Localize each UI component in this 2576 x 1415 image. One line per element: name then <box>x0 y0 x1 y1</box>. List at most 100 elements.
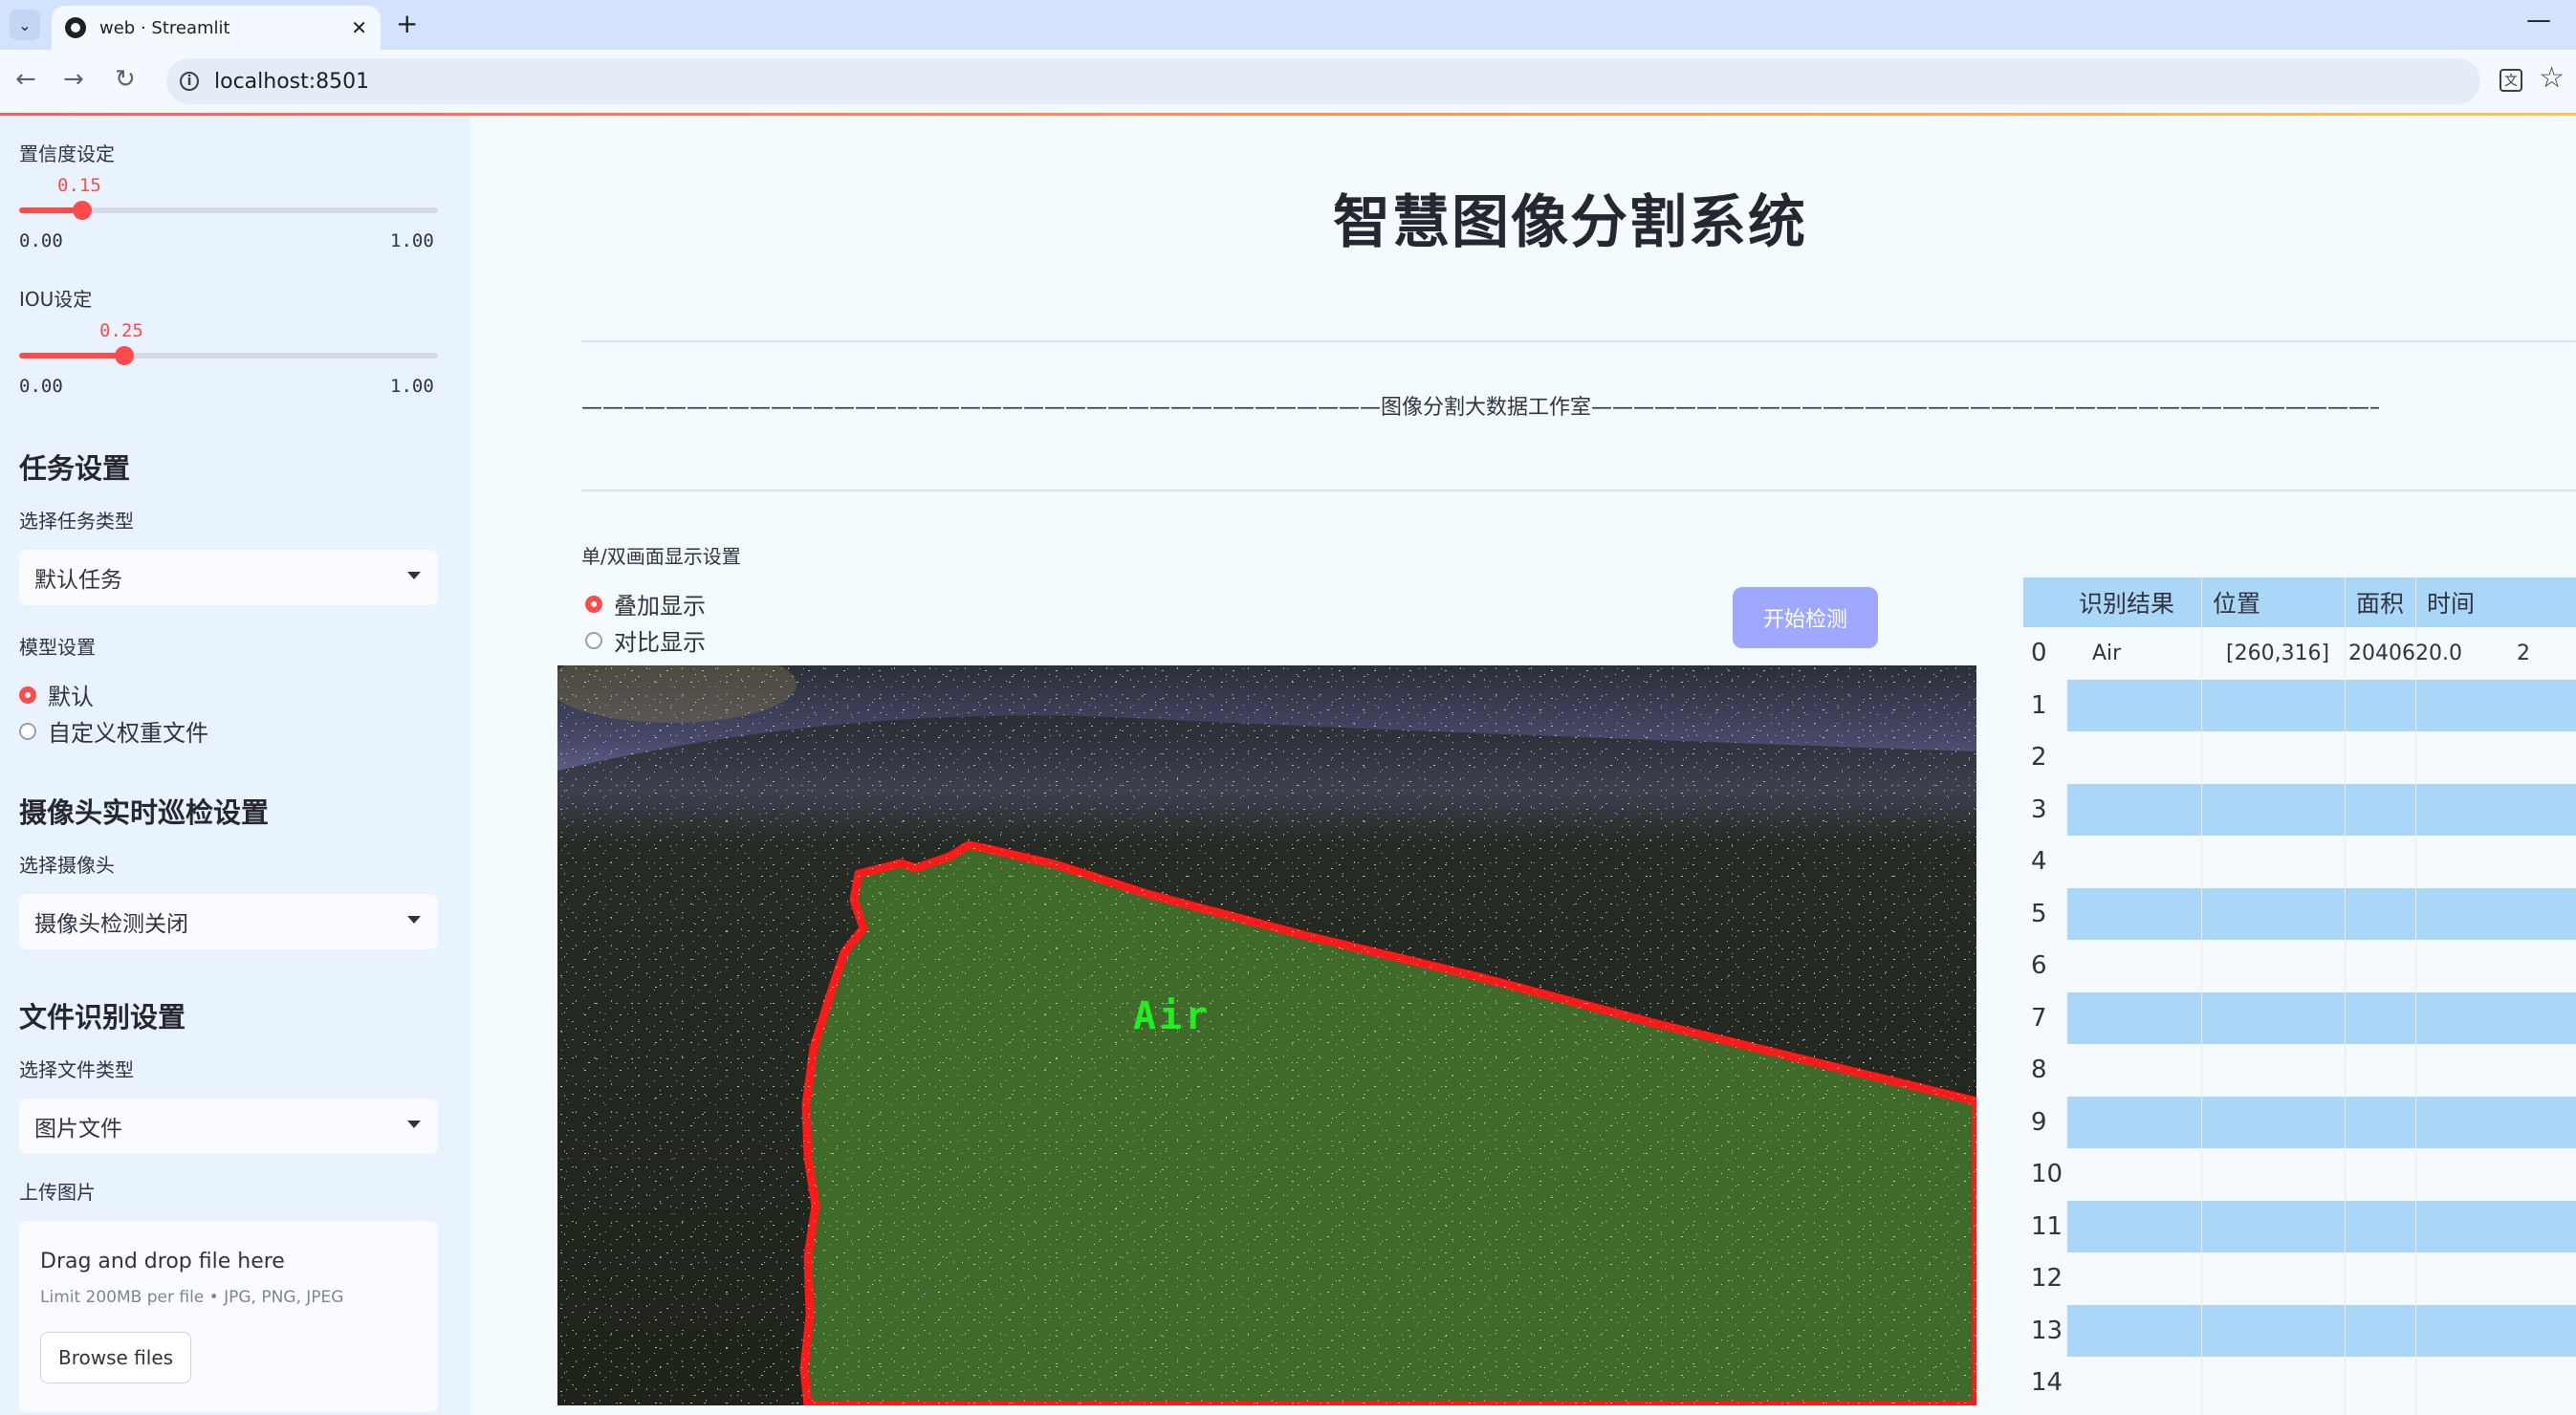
iou-label: IOU设定 <box>19 288 93 311</box>
iou-slider-thumb[interactable] <box>114 346 134 365</box>
snow-noise-overlay <box>557 665 1976 1405</box>
model-option-default[interactable]: 默认 <box>19 678 94 711</box>
site-info-icon[interactable]: i <box>180 72 199 91</box>
radio-selected-icon[interactable] <box>19 686 36 704</box>
task-type-select[interactable]: 默认任务 <box>19 550 438 605</box>
browse-files-button[interactable]: Browse files <box>40 1332 192 1383</box>
row-cells <box>2067 1357 2576 1409</box>
cell-area: 2040620.0 <box>2348 641 2462 665</box>
table-row[interactable]: 0 Air [260,316] 2040620.0 2 <box>2023 627 2576 680</box>
table-header-result[interactable]: 识别结果 <box>2067 577 2201 627</box>
translate-icon[interactable]: 文 <box>2500 69 2522 92</box>
table-row[interactable]: 4 <box>2023 836 2576 888</box>
model-option-custom[interactable]: 自定义权重文件 <box>19 714 208 748</box>
tab-title: web · Streamlit <box>99 17 230 38</box>
row-index: 13 <box>2023 1304 2067 1357</box>
minimize-window-icon[interactable]: — <box>2526 6 2551 34</box>
table-row[interactable]: 7 <box>2023 991 2576 1044</box>
table-row[interactable]: 2 <box>2023 731 2576 784</box>
confidence-slider[interactable] <box>19 201 438 220</box>
chevron-down-icon <box>407 916 421 924</box>
dropzone-title: Drag and drop file here <box>40 1250 285 1274</box>
task-settings-heading: 任务设置 <box>19 452 131 485</box>
table-header-area[interactable]: 面积 <box>2345 577 2415 627</box>
table-row[interactable]: 14 <box>2023 1357 2576 1409</box>
radio-selected-icon[interactable] <box>585 595 602 613</box>
camera-settings-heading: 摄像头实时巡检设置 <box>19 796 270 829</box>
row-index: 12 <box>2023 1252 2067 1305</box>
table-row[interactable]: 12 <box>2023 1252 2576 1305</box>
file-type-label: 选择文件类型 <box>19 1058 134 1081</box>
cell-time: 2 <box>2517 641 2530 665</box>
iou-slider[interactable] <box>19 346 438 365</box>
row-index: 11 <box>2023 1200 2067 1252</box>
table-header-index <box>2023 577 2067 627</box>
row-cells <box>2067 731 2576 784</box>
tab-close-icon[interactable]: ✕ <box>351 16 367 39</box>
forward-icon[interactable]: → <box>63 65 84 94</box>
segmentation-result-image <box>557 665 1976 1405</box>
start-detection-button[interactable]: 开始检测 <box>1733 587 1878 648</box>
row-cells <box>2067 991 2576 1044</box>
tab-list-dropdown-icon[interactable]: ⌄ <box>10 10 40 40</box>
display-option-overlay[interactable]: 叠加显示 <box>585 587 706 620</box>
row-cells: Air [260,316] 2040620.0 2 <box>2067 627 2576 680</box>
iou-slider-fill <box>19 353 124 359</box>
table-row[interactable]: 1 <box>2023 679 2576 731</box>
row-index: 5 <box>2023 887 2067 940</box>
new-tab-icon[interactable]: + <box>396 8 418 39</box>
row-index: 10 <box>2023 1148 2067 1201</box>
table-row[interactable]: 10 <box>2023 1148 2576 1201</box>
table-header-position[interactable]: 位置 <box>2201 577 2345 627</box>
page-title: 智慧图像分割系统 <box>1333 189 1807 256</box>
table-row[interactable]: 5 <box>2023 887 2576 940</box>
cell-position: [260,316] <box>2226 641 2330 665</box>
results-table[interactable]: 识别结果 位置 面积 时间 0 Air [260,316] 2040620.0 2 1 2 3… <box>2023 577 2576 1415</box>
model-settings-label: 模型设置 <box>19 636 96 659</box>
display-option-label: 叠加显示 <box>614 593 706 620</box>
radio-unselected-icon[interactable] <box>585 631 602 649</box>
file-settings-heading: 文件识别设置 <box>19 1001 186 1034</box>
table-row[interactable]: 9 <box>2023 1096 2576 1148</box>
file-dropzone[interactable]: Drag and drop file here Limit 200MB per … <box>19 1221 438 1412</box>
mask-class-label: Air <box>1133 994 1212 1038</box>
back-icon[interactable]: ← <box>15 65 36 94</box>
reload-icon[interactable]: ↻ <box>115 65 136 94</box>
camera-select[interactable]: 摄像头检测关闭 <box>19 894 438 949</box>
column-divider <box>2415 577 2416 1415</box>
browser-tab[interactable]: web · Streamlit ✕ <box>52 6 381 50</box>
display-option-compare[interactable]: 对比显示 <box>585 623 706 657</box>
table-row[interactable]: 13 <box>2023 1304 2576 1357</box>
row-cells <box>2067 679 2576 731</box>
iou-value: 0.25 <box>99 320 143 341</box>
table-row[interactable]: 8 <box>2023 1044 2576 1097</box>
row-cells <box>2067 1252 2576 1305</box>
row-cells <box>2067 1044 2576 1097</box>
table-row[interactable]: 6 <box>2023 940 2576 992</box>
table-row[interactable]: 11 <box>2023 1200 2576 1252</box>
row-index: 7 <box>2023 991 2067 1044</box>
confidence-min: 0.00 <box>19 230 63 251</box>
row-index: 0 <box>2023 627 2067 680</box>
divider <box>581 490 2576 491</box>
camera-select-value: 摄像头检测关闭 <box>34 912 188 937</box>
segmentation-canvas <box>557 665 1976 1405</box>
url-field[interactable]: i localhost:8501 <box>166 58 2480 104</box>
browser-tabbar: ⌄ web · Streamlit ✕ + — <box>0 0 2576 50</box>
row-cells <box>2067 940 2576 992</box>
table-row[interactable]: 3 <box>2023 783 2576 836</box>
confidence-label: 置信度设定 <box>19 142 115 165</box>
table-header-time[interactable]: 时间 <box>2415 577 2576 627</box>
confidence-value: 0.15 <box>57 175 101 196</box>
row-index: 14 <box>2023 1357 2067 1409</box>
row-index: 8 <box>2023 1044 2067 1097</box>
confidence-slider-thumb[interactable] <box>72 201 92 220</box>
task-type-value: 默认任务 <box>34 568 122 593</box>
row-cells <box>2067 783 2576 836</box>
radio-unselected-icon[interactable] <box>19 722 36 740</box>
iou-min: 0.00 <box>19 376 63 397</box>
bookmark-star-icon[interactable]: ☆ <box>2539 61 2565 95</box>
column-divider <box>2201 577 2202 1415</box>
file-type-select[interactable]: 图片文件 <box>19 1099 438 1154</box>
row-index: 6 <box>2023 940 2067 992</box>
